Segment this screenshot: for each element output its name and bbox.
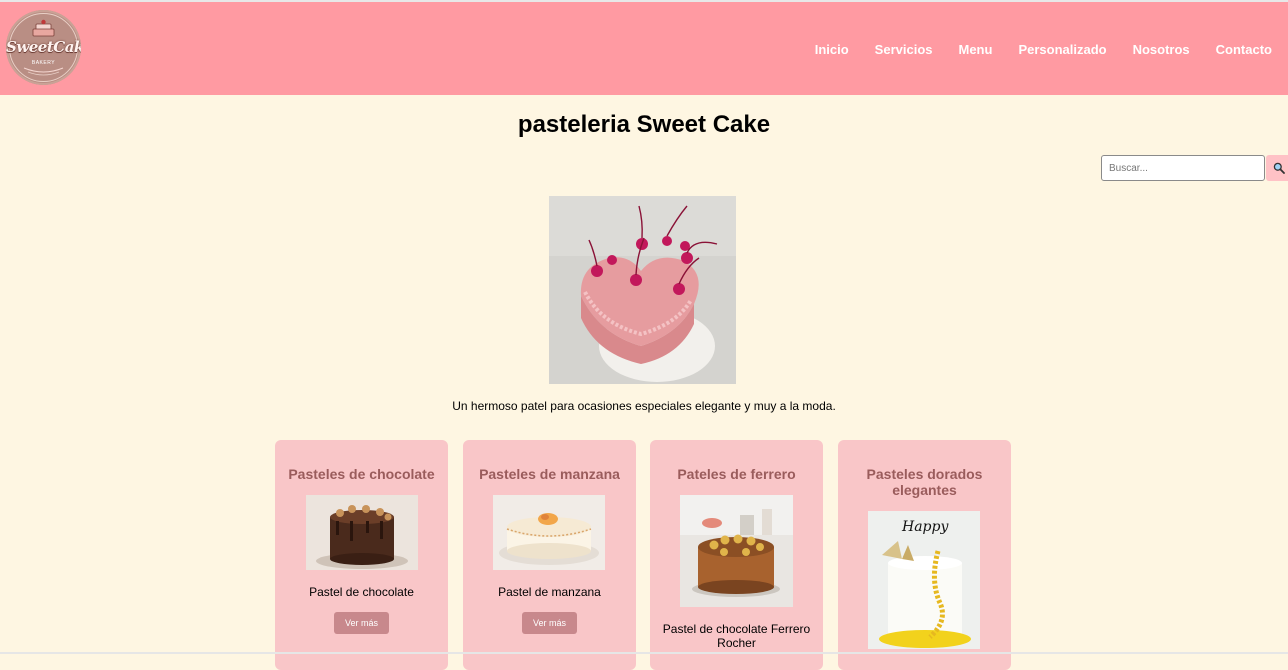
chocolate-cake-icon [306,495,418,570]
logo-text: SweetCake [6,38,81,56]
card-chocolate: Pasteles de chocolate Pastel de chocolat… [275,440,448,670]
apple-cake-icon [493,495,605,570]
card-ferrero: Pateles de ferrero Pastel de chocolate F… [650,440,823,670]
main-nav: Inicio Servicios Menu Personalizado Nosotros… [789,41,1272,59]
nav-contacto[interactable]: Contacto [1216,42,1272,57]
nav-nosotros[interactable]: Nosotros [1133,42,1190,57]
card-label: Pastel de chocolate Ferrero Rocher [662,622,811,650]
nav-menu[interactable]: Menu [959,42,993,57]
ver-mas-button[interactable]: Ver más [334,612,389,634]
card-label: Pastel de chocolate [309,585,414,599]
card-title: Pateles de ferrero [677,466,796,482]
hero-caption: Un hermoso patel para ocasiones especial… [452,399,836,413]
card-dorados: Pasteles dorados elegantes Happy [838,440,1011,670]
ver-mas-button[interactable]: Ver más [522,612,577,634]
nav-servicios[interactable]: Servicios [875,42,933,57]
search-button[interactable] [1266,155,1288,181]
sweetcake-logo[interactable]: SweetCake BAKERY [6,10,81,85]
search-input[interactable] [1101,155,1265,181]
logo-subtext: BAKERY [31,60,56,66]
nav-personalizado[interactable]: Personalizado [1018,42,1106,57]
hero-image [549,196,736,384]
card-manzana: Pasteles de manzana Pastel de manzana Ve… [463,440,636,670]
site-header: SweetCake BAKERY Inicio Servicios Menu Pers… [0,2,1288,95]
magnifier-icon [1273,162,1285,174]
cake-topper-text: Happy [902,519,949,535]
ferrero-cake-icon [680,495,793,607]
page-title: pasteleria Sweet Cake [517,111,771,138]
card-label: Pastel de manzana [498,585,601,599]
apple-cake-image [493,495,605,570]
golden-cake-image: Happy [868,511,980,649]
card-title: Pasteles de manzana [479,466,620,482]
heart-cake-image-icon [549,196,736,384]
chocolate-cake-image [306,495,418,570]
ferrero-cake-image [680,495,793,607]
nav-inicio[interactable]: Inicio [815,42,849,57]
card-title: Pasteles dorados elegantes [866,466,983,498]
card-title: Pasteles de chocolate [288,466,435,482]
